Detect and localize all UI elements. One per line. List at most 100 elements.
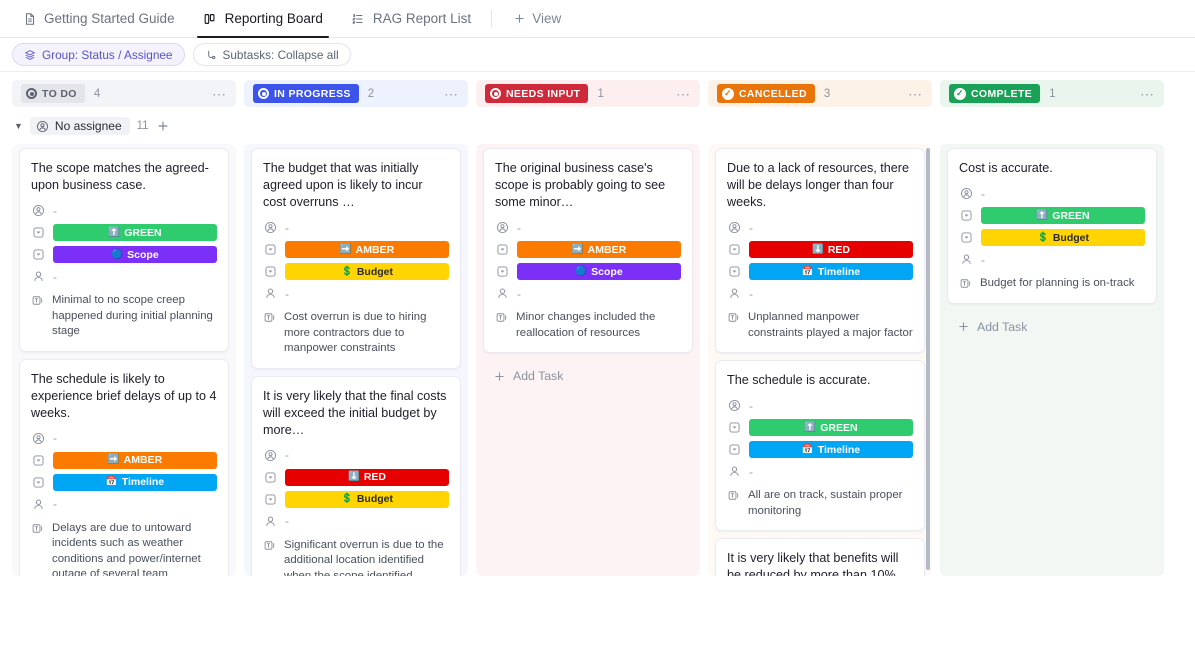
status-badge-label: NEEDS INPUT: [506, 87, 581, 100]
task-card-note: Delays are due to untoward incidents suc…: [52, 521, 201, 577]
task-card[interactable]: The schedule is accurate. - ⬆️ GREEN 📅 Timeli…: [715, 360, 925, 531]
tag-pill[interactable]: ➡️ AMBER: [517, 241, 681, 258]
tag-pill[interactable]: ⬆️ GREEN: [749, 419, 913, 436]
card-note-row: Budget for planning is on-track: [959, 276, 1145, 292]
tag-label: Scope: [127, 248, 159, 261]
status-badge-needs-input[interactable]: NEEDS INPUT: [485, 84, 589, 103]
task-card[interactable]: It is very likely that benefits will be …: [715, 538, 925, 576]
tag-emoji-icon: ⬆️: [804, 421, 817, 433]
tag-pill[interactable]: 💲 Budget: [981, 229, 1145, 246]
user-circle-icon: [727, 221, 741, 235]
chevron-down-icon[interactable]: ▼: [14, 121, 23, 131]
task-card-title: The scope matches the agreed-upon busine…: [31, 161, 209, 192]
card-note-row: Unplanned manpower constraints played a …: [727, 310, 913, 341]
subtasks-chip[interactable]: Subtasks: Collapse all: [192, 43, 351, 66]
add-view-button[interactable]: View: [498, 0, 575, 37]
text-field-icon: [495, 311, 508, 341]
person-icon: [31, 497, 45, 511]
status-badge-to-do[interactable]: TO DO: [21, 84, 85, 103]
tag-pill[interactable]: ➡️ AMBER: [285, 241, 449, 258]
column-more-options-icon[interactable]: ⋯: [676, 87, 691, 101]
tag-emoji-icon: 💲: [340, 493, 353, 505]
text-field-icon: [263, 311, 276, 357]
board-icon: [203, 11, 218, 26]
column-more-options-icon[interactable]: ⋯: [212, 87, 227, 101]
add-task-button[interactable]: Add Task: [483, 360, 693, 392]
card-tag-row: 💲 Budget: [263, 262, 449, 281]
tab-reporting-board[interactable]: Reporting Board: [189, 0, 337, 38]
task-card[interactable]: The original business case's scope is pr…: [483, 148, 693, 353]
dropdown-field-icon: [727, 243, 741, 257]
tag-pill[interactable]: 🔵 Scope: [53, 246, 217, 263]
tab-getting-started-guide[interactable]: Getting Started Guide: [8, 0, 189, 37]
tag-label: Budget: [356, 265, 393, 278]
assignee-group-label: No assignee: [54, 119, 122, 133]
tag-label: Budget: [1052, 231, 1089, 244]
tag-pill[interactable]: ➡️ AMBER: [53, 451, 217, 469]
task-card[interactable]: The schedule is likely to experience bri…: [19, 358, 229, 577]
column-more-options-icon[interactable]: ⋯: [444, 87, 459, 101]
person-icon: [959, 253, 973, 267]
card-tag-row: ➡️ AMBER: [31, 451, 217, 470]
dropdown-field-icon: [959, 209, 973, 223]
tag-pill[interactable]: ⬇️ RED: [749, 241, 913, 258]
card-tag-row: 💲 Budget: [263, 490, 449, 509]
filter-bar: Group: Status / Assignee Subtasks: Colla…: [0, 38, 1195, 72]
subtasks-label: Subtasks: Collapse all: [222, 47, 339, 62]
column-in-progress: The budget that was initially agreed upo…: [244, 144, 468, 576]
card-assignee-row: -: [727, 218, 913, 237]
user-circle-icon: [263, 221, 277, 235]
task-card[interactable]: It is very likely that the final costs w…: [251, 375, 461, 576]
tag-emoji-icon: 📅: [801, 443, 814, 455]
card-tag-row: 💲 Budget: [959, 228, 1145, 247]
task-card[interactable]: Due to a lack of resources, there will b…: [715, 148, 925, 353]
tag-pill[interactable]: 📅 Timeline: [749, 263, 913, 280]
task-card[interactable]: The scope matches the agreed-upon busine…: [19, 148, 229, 352]
task-card[interactable]: Cost is accurate. - ⬆️ GREEN 💲 Budget - Budget …: [947, 148, 1157, 304]
dropdown-field-icon: [263, 243, 277, 257]
tab-rag-report-list[interactable]: RAG Report List: [337, 0, 485, 37]
status-badge-in-progress[interactable]: IN PROGRESS: [253, 84, 359, 103]
card-assignee-row: -: [727, 396, 913, 415]
card-owner-row: -: [263, 284, 449, 303]
group-by-chip[interactable]: Group: Status / Assignee: [12, 43, 185, 66]
plus-icon: [957, 320, 970, 333]
tag-pill[interactable]: 💲 Budget: [285, 490, 449, 508]
card-owner-row: -: [727, 284, 913, 303]
tag-label: GREEN: [124, 226, 162, 239]
tag-pill[interactable]: 🔵 Scope: [517, 263, 681, 280]
tag-pill[interactable]: 📅 Timeline: [749, 441, 913, 458]
dropdown-field-icon: [727, 443, 741, 457]
text-field-icon: [727, 489, 740, 519]
task-card-title: It is very likely that the final costs w…: [263, 388, 447, 437]
assignee-group-pill[interactable]: No assignee: [29, 117, 130, 135]
tag-label: Timeline: [817, 443, 861, 456]
status-badge-complete[interactable]: ✓ COMPLETE: [949, 84, 1041, 103]
tab-label: Reporting Board: [224, 11, 323, 26]
add-task-plus-icon[interactable]: [156, 119, 170, 133]
tag-pill[interactable]: ⬇️ RED: [285, 468, 449, 486]
column-scrollbar[interactable]: [926, 148, 930, 570]
task-card[interactable]: The budget that was initially agreed upo…: [251, 148, 461, 369]
add-task-button[interactable]: Add Task: [947, 311, 1157, 343]
card-tag-row: ➡️ AMBER: [495, 240, 681, 259]
column-more-options-icon[interactable]: ⋯: [908, 87, 923, 101]
tag-pill[interactable]: 💲 Budget: [285, 263, 449, 280]
card-tag-row: 📅 Timeline: [727, 262, 913, 281]
dropdown-field-icon: [495, 265, 509, 279]
person-icon: [31, 270, 45, 284]
assignee-group-count: 11: [136, 120, 149, 132]
tag-emoji-icon: ➡️: [339, 243, 352, 255]
owner-value: -: [285, 286, 289, 301]
tag-pill[interactable]: ⬆️ GREEN: [981, 207, 1145, 224]
assignee-value: -: [285, 448, 289, 462]
column-more-options-icon[interactable]: ⋯: [1140, 87, 1155, 101]
user-circle-icon: [31, 204, 45, 218]
tag-pill[interactable]: ⬆️ GREEN: [53, 224, 217, 241]
column-header-complete: ✓ COMPLETE 1 ⋯: [940, 80, 1164, 107]
card-note-row: Significant overrun is due to the additi…: [263, 538, 449, 576]
plus-icon: [512, 11, 527, 26]
column-to-do: The scope matches the agreed-upon busine…: [12, 144, 236, 576]
status-badge-cancelled[interactable]: ✓ CANCELLED: [717, 84, 815, 103]
tag-pill[interactable]: 📅 Timeline: [53, 473, 217, 491]
